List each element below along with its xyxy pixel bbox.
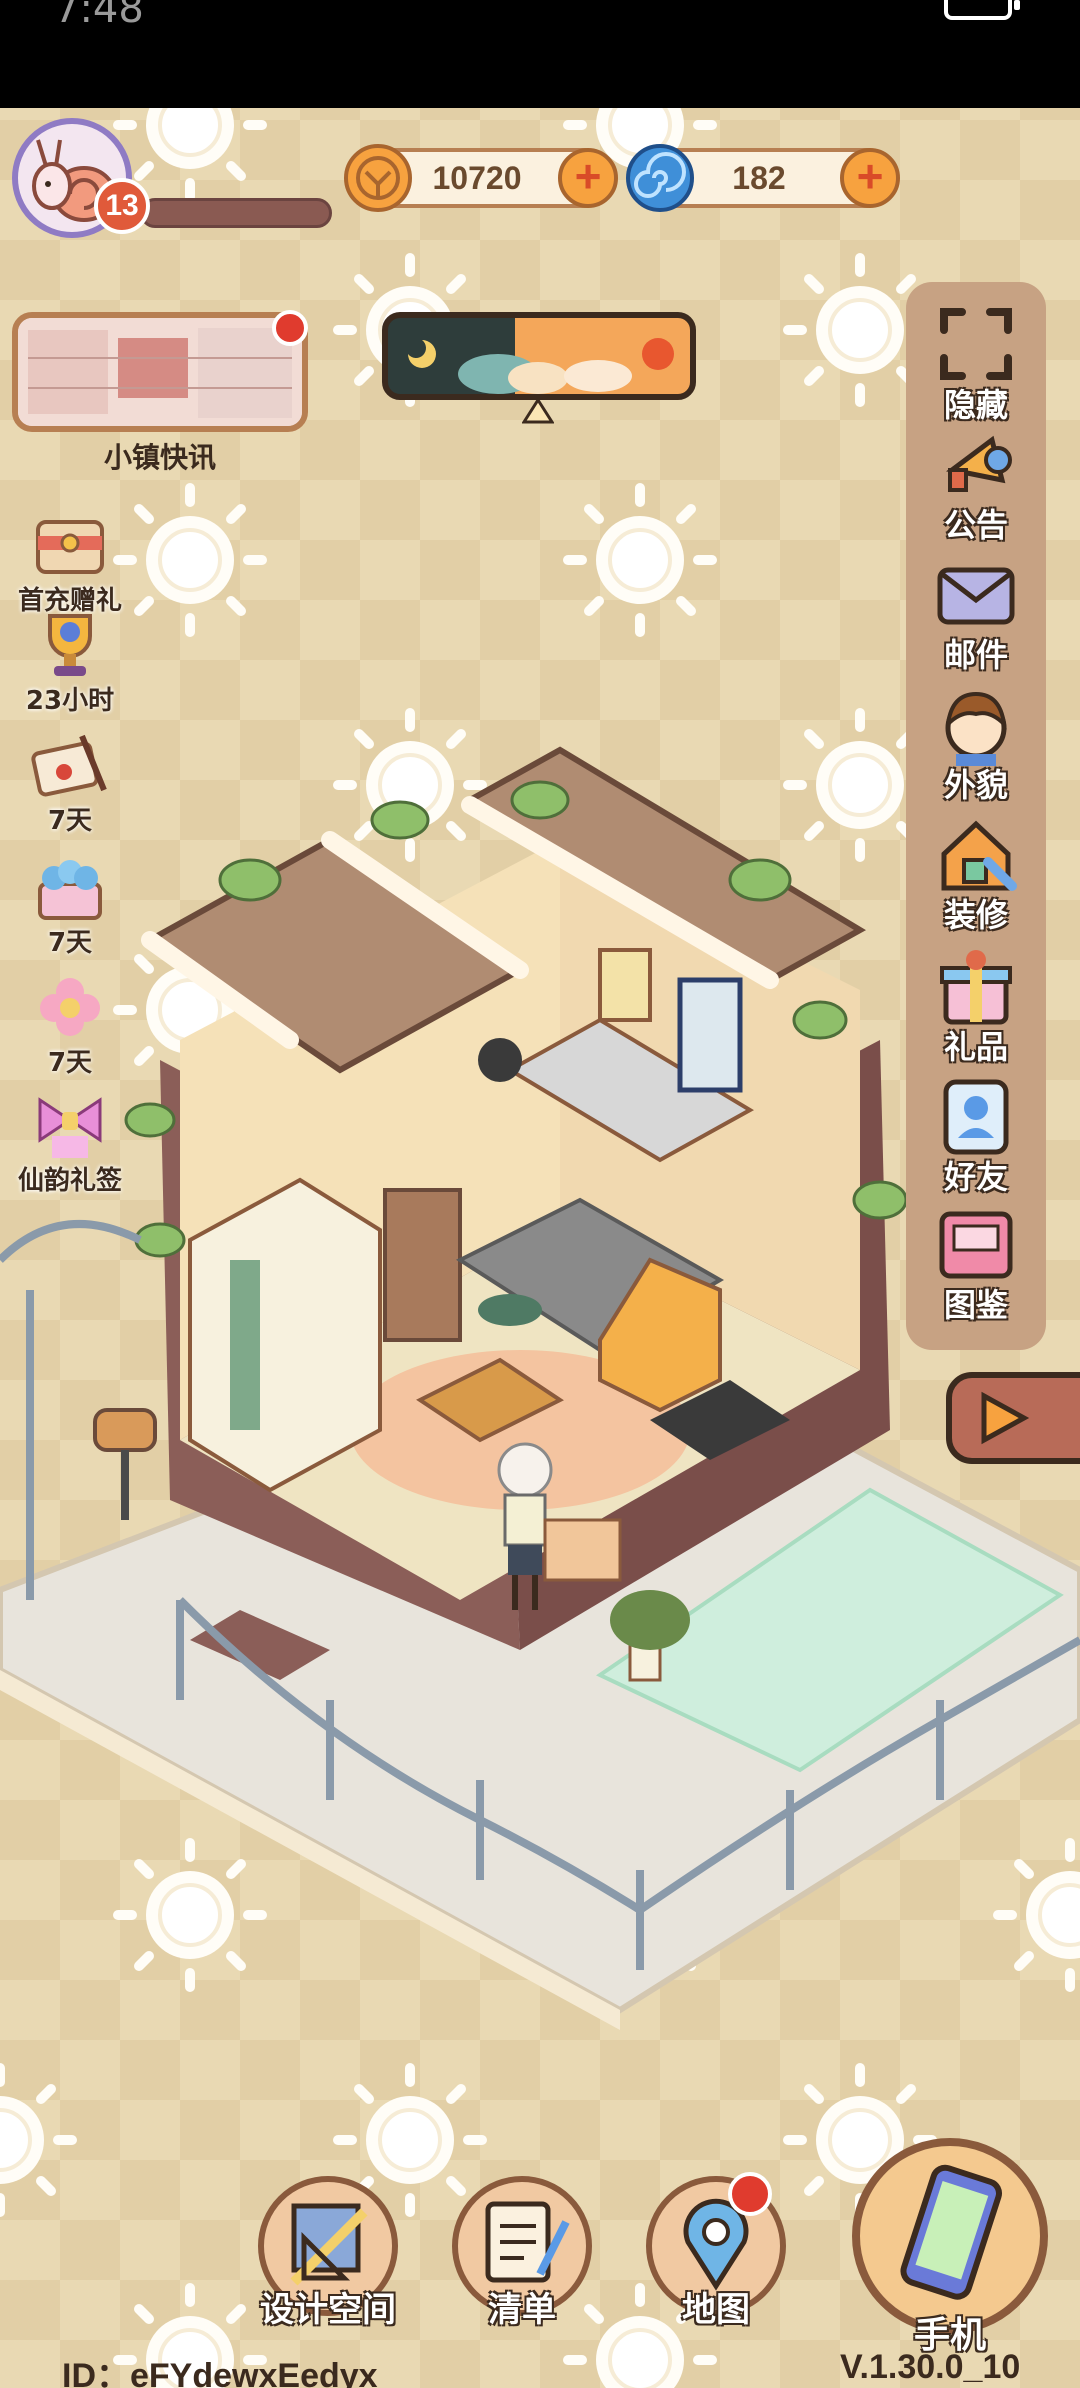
gem-counter: 182 + [626,144,900,212]
coin-counter: 10720 + [344,144,618,212]
right-item-mail[interactable]: 邮件 [906,550,1046,676]
right-item-hide[interactable]: 隐藏 [906,300,1046,426]
left-item-gift-tag[interactable]: 仙韵礼签 [0,1086,140,1197]
day-night-icon [408,338,674,394]
left-item-label: 仙韵礼签 [17,1166,122,1196]
house-wrench-icon [941,820,1017,891]
player-id: ID：eFYdewxEedyx [62,2357,378,2388]
gift-box-icon [36,520,104,574]
bottle-crate [543,1518,622,1582]
news-thumbnail-image [18,318,302,426]
version-text: V.1.30.0_10 [840,2348,1021,2386]
right-item-gift[interactable]: 礼品 [906,942,1046,1068]
left-item-label: 7天 [47,1048,93,1078]
megaphone-icon [946,435,1012,492]
wall-picture [677,977,743,1093]
nav-design-space[interactable]: 设计空间 [258,2176,398,2331]
flower-icon [40,978,100,1036]
coin-icon [344,144,412,212]
left-item-label: 7天 [47,806,93,836]
left-item-flower[interactable]: 7天 [0,968,140,1079]
status-bar: 7:48 [0,0,1080,108]
swirl-gem-icon [626,144,694,212]
vinyl-record [478,1038,522,1082]
right-item-label: 礼品 [943,1028,1008,1066]
town-news-card[interactable] [12,312,308,432]
gift-icon [940,950,1012,1025]
day-night-bar [382,312,696,400]
left-item-flower-box[interactable]: 7天 [0,848,140,959]
status-time: 7:48 [54,0,144,32]
left-item-trophy[interactable]: 23小时 [0,606,140,717]
mail-icon [937,567,1015,625]
wardrobe[interactable] [188,1177,382,1493]
mailbox[interactable] [93,1408,157,1520]
right-item-collection[interactable]: 图鉴 [906,1200,1046,1326]
nav-label: 清单 [488,2290,556,2330]
dresser[interactable] [383,1188,462,1342]
left-item-label: 23小时 [25,686,115,716]
right-item-label: 公告 [943,506,1008,544]
left-item-label: 7天 [47,928,93,958]
phone-button[interactable] [852,2138,1048,2334]
right-item-label: 邮件 [943,636,1008,674]
trophy-icon [48,614,92,676]
coin-value: 10720 [432,160,522,196]
right-item-label: 图鉴 [943,1286,1008,1324]
nav-label: 地图 [682,2290,750,2330]
right-item-friends[interactable]: 好友 [906,1072,1046,1198]
bow-icon [38,1097,102,1158]
letter-icon [31,734,107,797]
expand-panel-button[interactable] [946,1372,1080,1464]
right-item-appearance[interactable]: 外貌 [906,680,1046,806]
time-pointer-icon [522,398,554,424]
level-badge: 13 [94,178,150,234]
stool[interactable] [478,1294,542,1326]
experience-bar [140,198,332,228]
face-icon [945,691,1007,766]
phone-icon [900,2164,1002,2300]
town-news-label: 小镇快讯 [103,441,216,474]
play-arrow-icon [981,1391,1030,1445]
map-notification-dot [728,2172,772,2216]
right-item-decorate[interactable]: 装修 [906,810,1046,936]
add-coin-button[interactable]: + [558,148,618,208]
nav-list[interactable]: 清单 [452,2176,592,2331]
right-item-notice[interactable]: 公告 [906,420,1046,546]
friend-icon [943,1079,1009,1155]
battery-icon [944,0,1020,20]
right-item-label: 好友 [943,1158,1008,1196]
left-item-first-recharge[interactable]: 首充赠礼 [0,506,140,617]
left-item-letter[interactable]: 7天 [0,726,140,837]
nav-label: 设计空间 [260,2290,396,2330]
flower-box-icon [38,860,102,920]
right-item-label: 外貌 [943,766,1008,804]
gem-value: 182 [732,160,786,196]
fullscreen-icon [940,308,1012,380]
right-item-label: 装修 [943,896,1008,934]
add-gem-button[interactable]: + [840,148,900,208]
news-notification-dot [272,310,308,346]
book-icon [939,1211,1013,1279]
